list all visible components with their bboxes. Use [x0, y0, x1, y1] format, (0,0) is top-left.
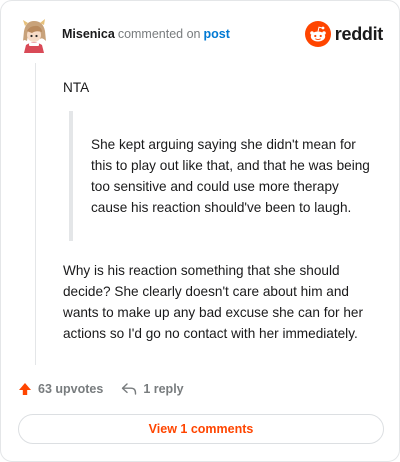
reddit-logo[interactable]: reddit	[304, 21, 384, 47]
action-text: commented on	[117, 27, 201, 41]
upvote-arrow-icon	[19, 383, 31, 395]
quoted-text: She kept arguing saying she didn't mean …	[69, 111, 373, 241]
reddit-snoo-icon	[304, 21, 331, 47]
reply-button[interactable]: 1 reply	[121, 382, 184, 396]
comment-paragraph-1: NTA	[63, 80, 90, 95]
comment-card: Misenica commented on post reddit NTA She …	[0, 0, 400, 462]
post-link[interactable]: post	[204, 27, 230, 41]
avatar[interactable]	[18, 17, 50, 53]
reply-count: 1 reply	[143, 382, 184, 396]
comment-meta: Misenica commented on post	[62, 26, 230, 42]
reddit-wordmark: reddit	[334, 23, 384, 44]
anime-character-avatar-icon	[18, 17, 50, 53]
comment-body: NTA She kept arguing saying she didn't m…	[63, 73, 375, 341]
comment-paragraph-2: Why is his reaction something that she s…	[63, 263, 363, 341]
view-comments-label: View 1 comments	[148, 422, 254, 436]
upvotes-count: 63 upvotes	[38, 382, 104, 396]
upvote-button[interactable]: 63 upvotes	[18, 382, 103, 396]
comment-actions: 63 upvotes 1 reply	[18, 379, 184, 399]
reply-arrow-icon	[122, 383, 137, 395]
quote-text: She kept arguing saying she didn't mean …	[91, 137, 370, 215]
thread-line[interactable]	[35, 63, 36, 365]
view-comments-button[interactable]: View 1 comments	[18, 414, 384, 444]
author-name[interactable]: Misenica	[62, 27, 115, 41]
